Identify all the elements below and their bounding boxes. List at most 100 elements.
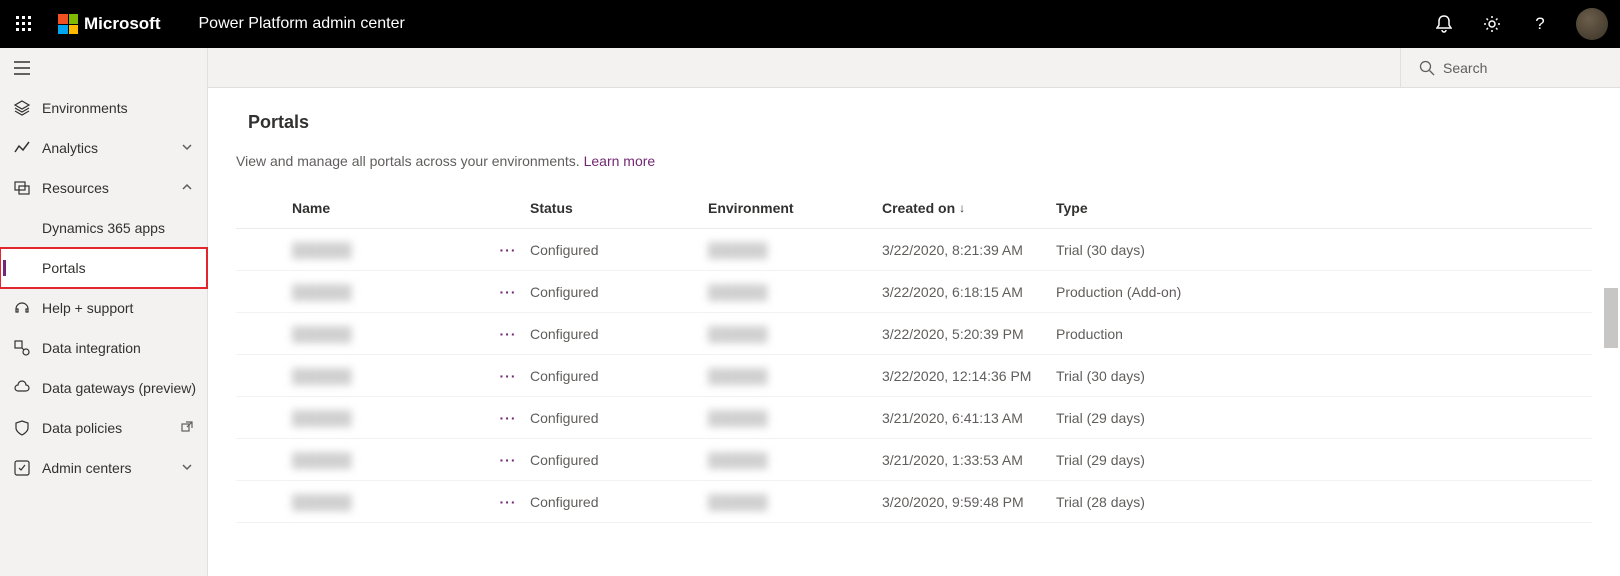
notifications-button[interactable] <box>1420 0 1468 48</box>
row-actions-button[interactable]: ··· <box>486 368 530 384</box>
row-actions-button[interactable]: ··· <box>486 452 530 468</box>
layers-icon <box>14 100 30 116</box>
row-actions-button[interactable]: ··· <box>486 242 530 258</box>
sidebar-item-label: Data gateways (preview) <box>42 380 207 396</box>
sidebar-item-admin-centers[interactable]: Admin centers <box>0 448 207 488</box>
cell-type: Production <box>1056 326 1256 342</box>
table-row[interactable]: ██████···Configured██████3/22/2020, 6:18… <box>236 271 1592 313</box>
cell-environment: ██████ <box>708 284 882 300</box>
sidebar-item-data-policies[interactable]: Data policies <box>0 408 207 448</box>
cell-created: 3/22/2020, 6:18:15 AM <box>882 284 1056 300</box>
column-header-type[interactable]: Type <box>1056 200 1256 216</box>
page-title: Portals <box>248 112 1592 133</box>
integration-icon <box>14 340 30 356</box>
cell-environment: ██████ <box>708 494 882 510</box>
shield-icon <box>14 420 30 436</box>
question-icon: ? <box>1535 14 1544 34</box>
cell-environment: ██████ <box>708 410 882 426</box>
help-button[interactable]: ? <box>1516 0 1564 48</box>
sidebar-item-help-support[interactable]: Help + support <box>0 288 207 328</box>
microsoft-logo-icon <box>58 14 78 34</box>
sidebar-item-label: Data integration <box>42 340 207 356</box>
sidebar-item-environments[interactable]: Environments <box>0 88 207 128</box>
cell-created: 3/22/2020, 8:21:39 AM <box>882 242 1056 258</box>
command-bar: Search <box>208 48 1620 88</box>
column-header-environment[interactable]: Environment <box>708 200 882 216</box>
hamburger-icon <box>14 61 30 75</box>
scrollbar-thumb[interactable] <box>1604 288 1618 348</box>
cloud-icon <box>14 380 30 396</box>
cell-type: Trial (30 days) <box>1056 368 1256 384</box>
cell-environment: ██████ <box>708 242 882 258</box>
content: Portals View and manage all portals acro… <box>208 88 1620 576</box>
page-description: View and manage all portals across your … <box>236 153 1592 169</box>
table-row[interactable]: ██████···Configured██████3/22/2020, 5:20… <box>236 313 1592 355</box>
cell-type: Trial (29 days) <box>1056 452 1256 468</box>
search-input[interactable]: Search <box>1400 48 1620 88</box>
column-header-created[interactable]: Created on↓ <box>882 200 1056 216</box>
cell-created: 3/21/2020, 6:41:13 AM <box>882 410 1056 426</box>
cell-environment: ██████ <box>708 368 882 384</box>
external-icon <box>181 420 193 436</box>
cell-status: Configured <box>530 494 708 510</box>
cell-type: Trial (28 days) <box>1056 494 1256 510</box>
bell-icon <box>1436 15 1452 33</box>
row-actions-button[interactable]: ··· <box>486 494 530 510</box>
microsoft-brand-text: Microsoft <box>84 14 161 34</box>
sidebar-item-resources[interactable]: Resources <box>0 168 207 208</box>
sidebar-item-data-integration[interactable]: Data integration <box>0 328 207 368</box>
table-row[interactable]: ██████···Configured██████3/20/2020, 9:59… <box>236 481 1592 523</box>
sidebar-item-label: Portals <box>42 260 207 276</box>
cell-status: Configured <box>530 368 708 384</box>
sidebar-item-label: Analytics <box>42 140 169 156</box>
sidebar: Environments Analytics Resources Dynamic… <box>0 48 208 576</box>
learn-more-link[interactable]: Learn more <box>584 153 656 169</box>
table-row[interactable]: ██████···Configured██████3/22/2020, 12:1… <box>236 355 1592 397</box>
cell-status: Configured <box>530 242 708 258</box>
cell-created: 3/20/2020, 9:59:48 PM <box>882 494 1056 510</box>
portals-table: Name Status Environment Created on↓ Type… <box>236 187 1592 523</box>
chevron-down-icon <box>181 460 193 476</box>
cell-type: Trial (30 days) <box>1056 242 1256 258</box>
sidebar-item-label: Dynamics 365 apps <box>42 220 207 236</box>
sidebar-item-data-gateways[interactable]: Data gateways (preview) <box>0 368 207 408</box>
sidebar-item-label: Help + support <box>42 300 207 316</box>
cell-environment: ██████ <box>708 452 882 468</box>
sidebar-item-portals[interactable]: Portals <box>0 248 207 288</box>
sidebar-item-analytics[interactable]: Analytics <box>0 128 207 168</box>
headset-icon <box>14 300 30 316</box>
nav-toggle-button[interactable] <box>0 48 207 88</box>
microsoft-logo[interactable]: Microsoft <box>48 14 171 34</box>
table-row[interactable]: ██████···Configured██████3/21/2020, 1:33… <box>236 439 1592 481</box>
global-header: Microsoft Power Platform admin center ? <box>0 0 1620 48</box>
chevron-up-icon <box>181 180 193 196</box>
cell-created: 3/21/2020, 1:33:53 AM <box>882 452 1056 468</box>
cell-status: Configured <box>530 410 708 426</box>
cell-environment: ██████ <box>708 326 882 342</box>
row-actions-button[interactable]: ··· <box>486 284 530 300</box>
cell-created: 3/22/2020, 12:14:36 PM <box>882 368 1056 384</box>
admin-icon <box>14 460 30 476</box>
column-header-status[interactable]: Status <box>530 200 708 216</box>
column-header-name[interactable]: Name <box>292 200 530 216</box>
app-launcher-button[interactable] <box>0 0 48 48</box>
table-header: Name Status Environment Created on↓ Type <box>236 187 1592 229</box>
row-actions-button[interactable]: ··· <box>486 410 530 426</box>
table-row[interactable]: ██████···Configured██████3/22/2020, 8:21… <box>236 229 1592 271</box>
sidebar-item-dynamics-365-apps[interactable]: Dynamics 365 apps <box>0 208 207 248</box>
cell-status: Configured <box>530 452 708 468</box>
avatar[interactable] <box>1576 8 1608 40</box>
search-placeholder: Search <box>1443 60 1487 76</box>
chart-icon <box>14 140 30 156</box>
cell-status: Configured <box>530 284 708 300</box>
cell-type: Production (Add-on) <box>1056 284 1256 300</box>
sidebar-item-label: Environments <box>42 100 207 116</box>
row-actions-button[interactable]: ··· <box>486 326 530 342</box>
search-icon <box>1419 60 1435 76</box>
settings-button[interactable] <box>1468 0 1516 48</box>
main-area: Search Portals View and manage all porta… <box>208 48 1620 576</box>
sidebar-item-label: Data policies <box>42 420 169 436</box>
table-row[interactable]: ██████···Configured██████3/21/2020, 6:41… <box>236 397 1592 439</box>
sidebar-item-label: Admin centers <box>42 460 169 476</box>
sort-descending-icon: ↓ <box>959 201 965 215</box>
